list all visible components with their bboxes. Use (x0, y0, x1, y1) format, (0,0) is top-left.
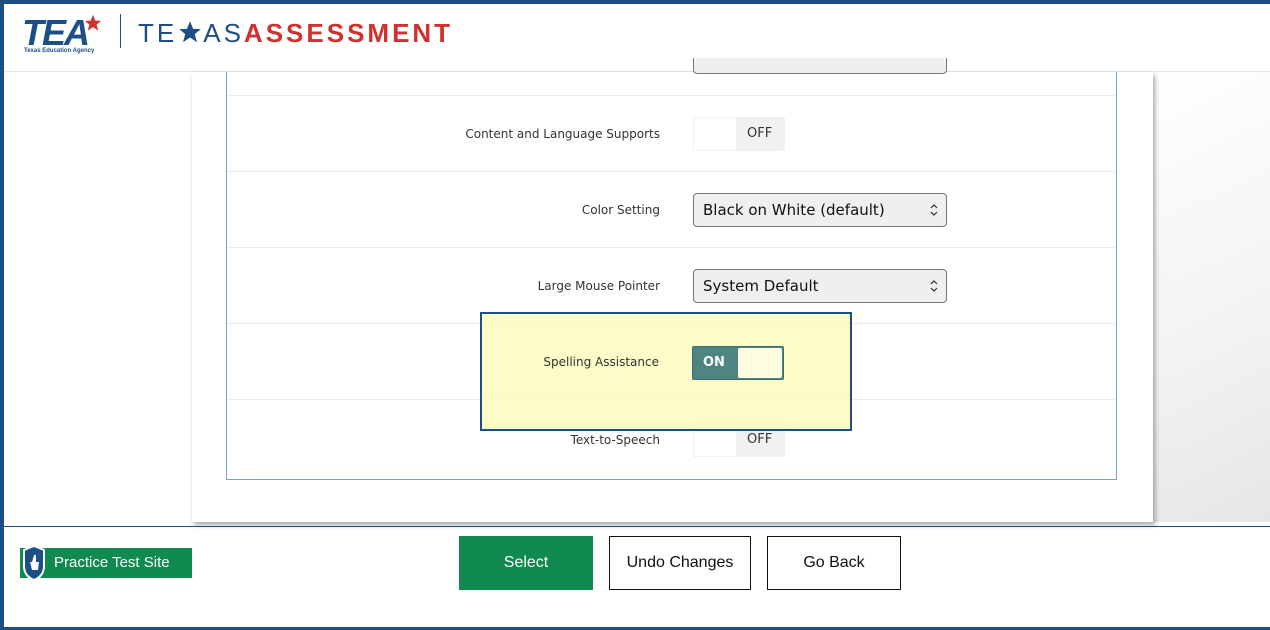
color-setting-select[interactable]: Black on White (default) (693, 193, 947, 227)
background-decoration (1152, 72, 1270, 522)
settings-card: Content and Language Supports OFF Color … (192, 58, 1153, 522)
spelling-assistance-toggle[interactable]: ON (692, 346, 784, 380)
settings-row-color: Color Setting Black on White (default) (227, 172, 1116, 248)
footer-divider (4, 526, 1270, 527)
agency-name: Texas Education Agency (24, 48, 95, 54)
header: TEA Texas Education Agency TE ASASSESSMEN… (4, 4, 1270, 72)
chevron-updown-icon (930, 204, 938, 216)
select-button[interactable]: Select (459, 536, 593, 590)
go-back-button[interactable]: Go Back (767, 536, 901, 590)
spelling-assistance-row-content: Spelling Assistance ON (226, 324, 1115, 400)
undo-changes-button[interactable]: Undo Changes (609, 536, 751, 590)
settings-row-content-language: Content and Language Supports OFF (227, 96, 1116, 172)
content-language-toggle[interactable]: OFF (693, 117, 785, 151)
setting-label: Spelling Assistance (543, 355, 659, 369)
logo-divider (120, 14, 121, 48)
chevron-updown-icon (930, 280, 938, 292)
texas-assessment-brand: TE ASASSESSMENT (138, 18, 454, 48)
mouse-pointer-select[interactable]: System Default (693, 269, 947, 303)
star-icon (84, 14, 102, 31)
setting-label: Color Setting (581, 203, 660, 217)
tea-logo: TEA Texas Education Agency (22, 12, 112, 60)
practice-badge-icon (23, 544, 45, 582)
settings-row-top (227, 72, 1116, 96)
setting-label: Content and Language Supports (465, 127, 660, 141)
star-icon (179, 21, 202, 43)
